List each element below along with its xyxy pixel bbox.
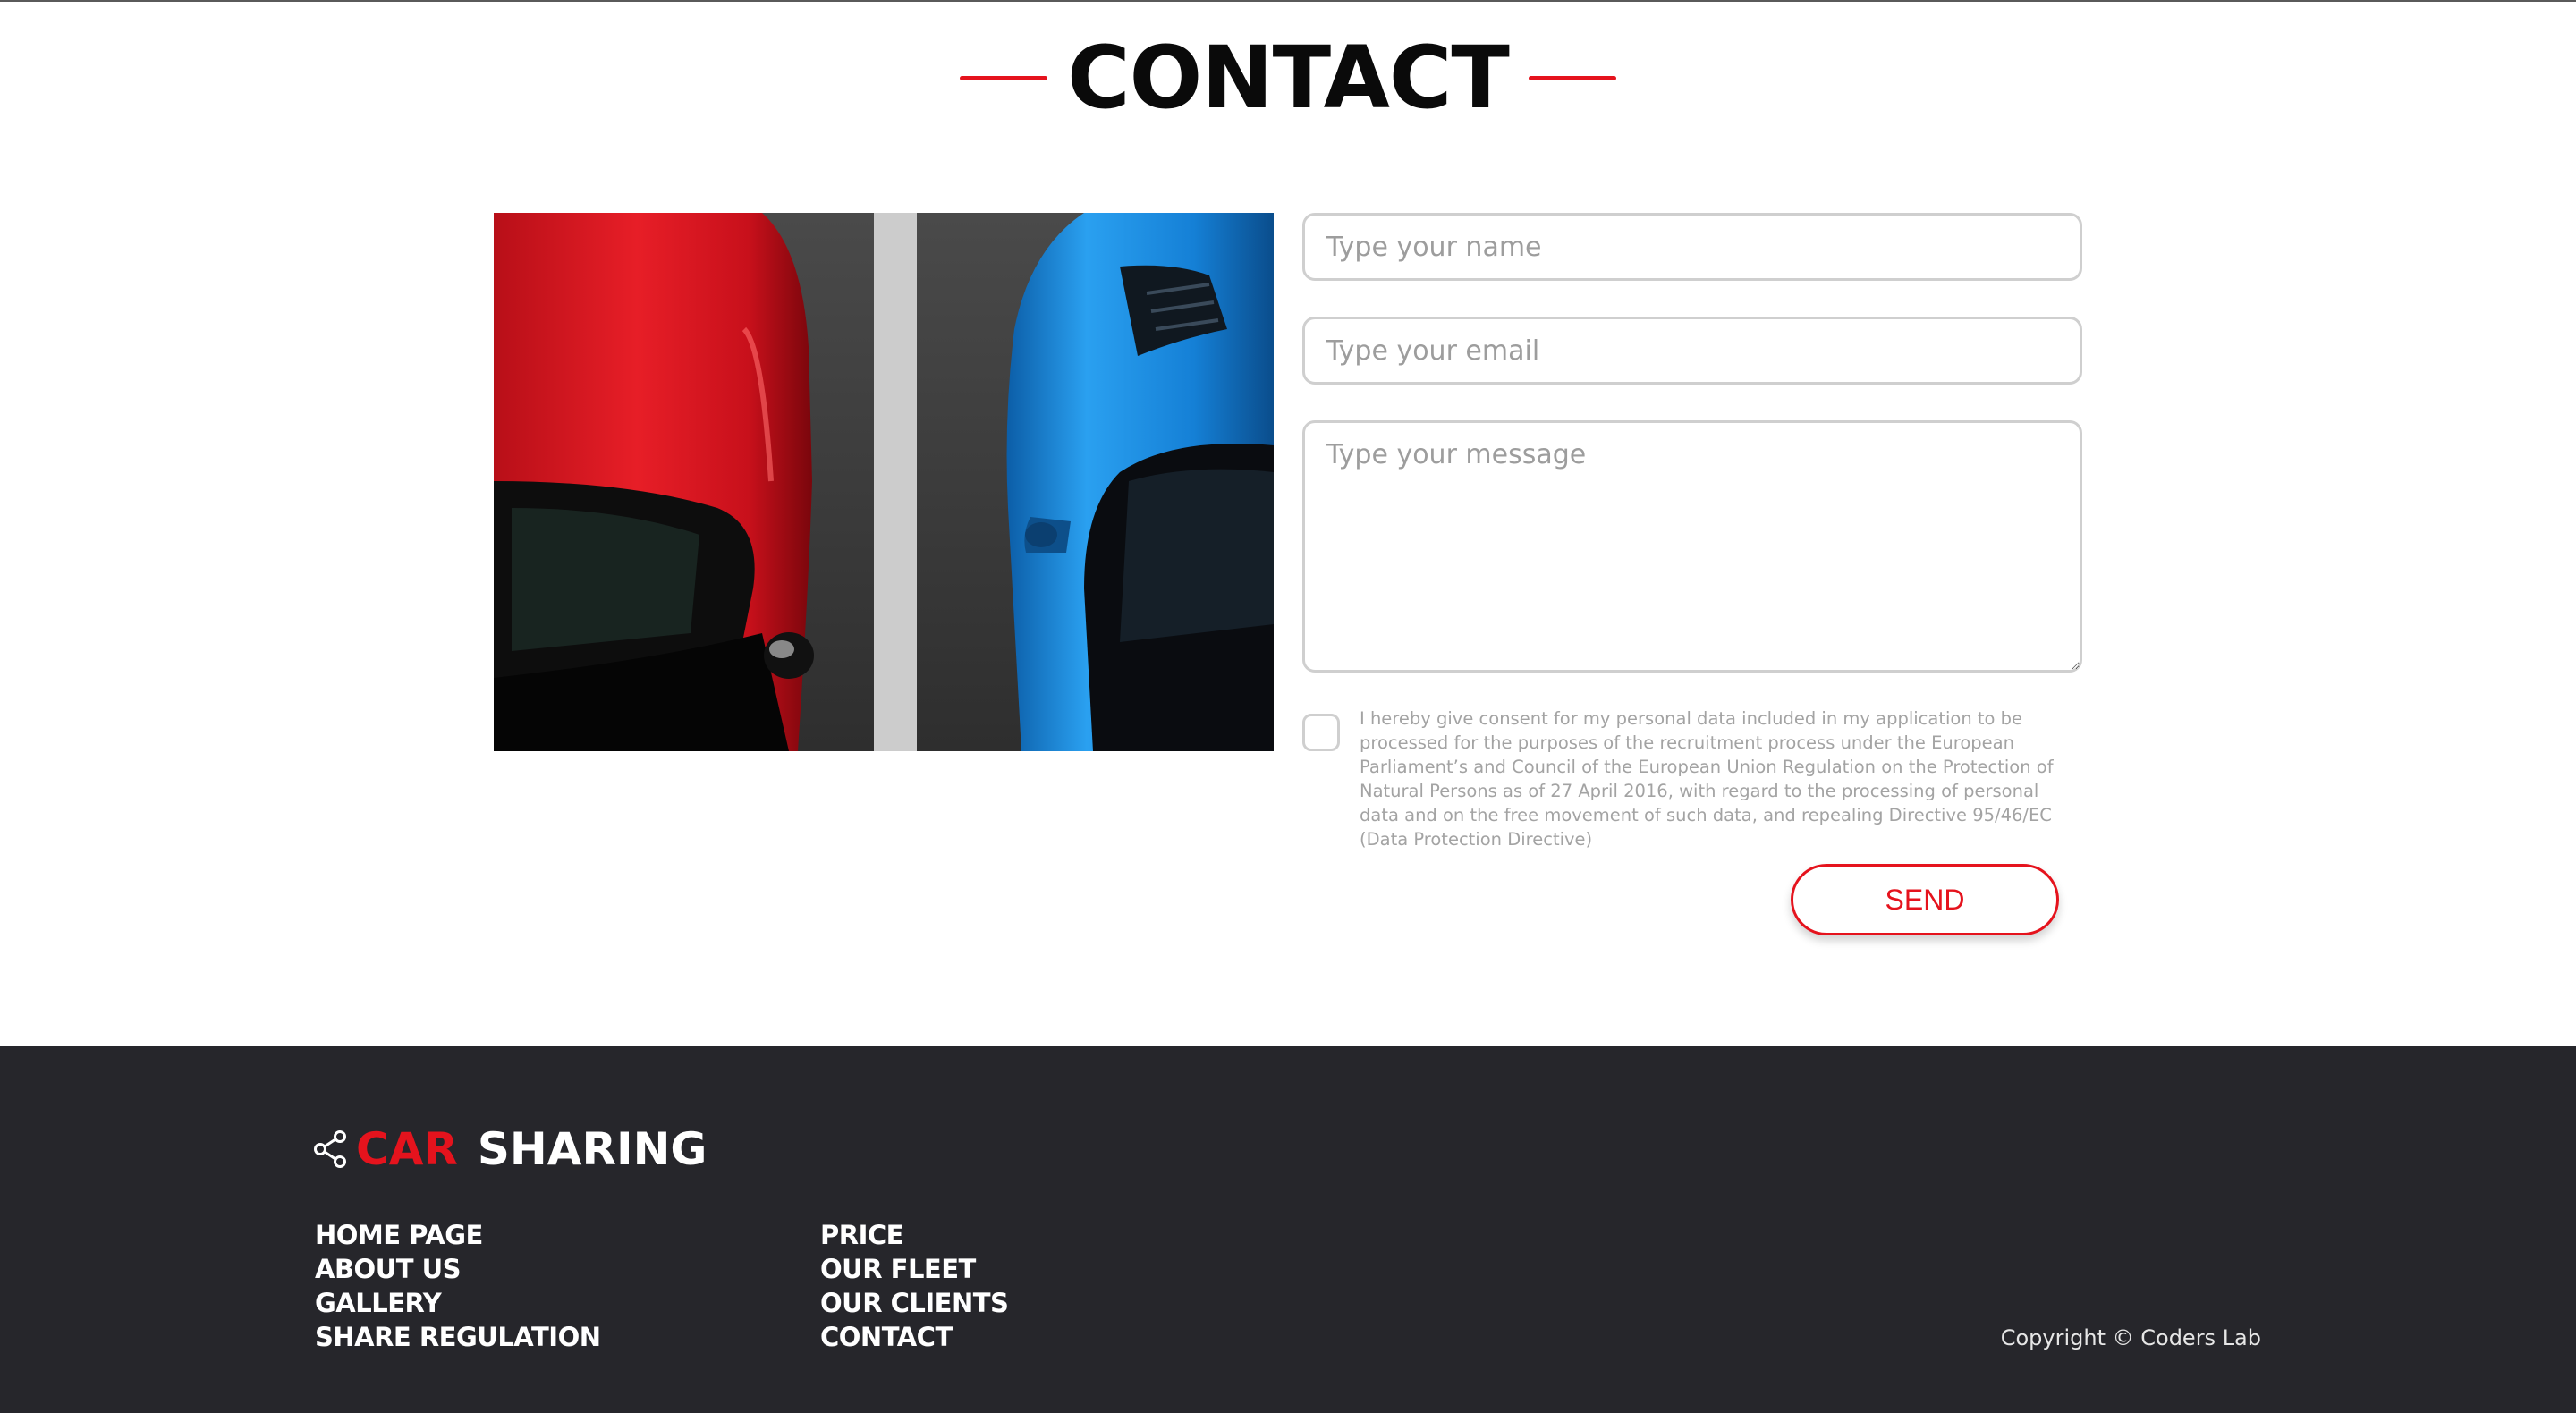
title-left-line bbox=[960, 75, 1048, 80]
footer-link-about-us[interactable]: ABOUT US bbox=[315, 1252, 601, 1286]
footer-link-our-clients[interactable]: OUR CLIENTS bbox=[820, 1286, 1009, 1320]
name-input[interactable] bbox=[1302, 213, 2082, 281]
site-footer: CAR SHARING HOME PAGE ABOUT US GALLERY S… bbox=[0, 1046, 2576, 1413]
page-title: CONTACT bbox=[1067, 28, 1510, 128]
share-icon bbox=[313, 1130, 349, 1169]
consent-text: I hereby give consent for my personal da… bbox=[1360, 708, 2054, 850]
brand-name-sharing: SHARING bbox=[477, 1123, 708, 1175]
send-button[interactable]: SEND bbox=[1791, 864, 2059, 935]
parked-cars-illustration bbox=[494, 213, 1274, 751]
email-input[interactable] bbox=[1302, 317, 2082, 385]
footer-nav-column-2: PRICE OUR FLEET OUR CLIENTS CONTACT bbox=[820, 1218, 1009, 1354]
footer-logo[interactable]: CAR SHARING bbox=[313, 1122, 707, 1176]
footer-link-home-page[interactable]: HOME PAGE bbox=[315, 1218, 601, 1252]
brand-name-car: CAR bbox=[356, 1123, 458, 1175]
message-textarea[interactable] bbox=[1302, 420, 2082, 673]
footer-link-price[interactable]: PRICE bbox=[820, 1218, 1008, 1252]
copyright-text: Copyright © Coders Lab bbox=[2000, 1325, 2261, 1350]
footer-nav-column-1: HOME PAGE ABOUT US GALLERY SHARE REGULAT… bbox=[315, 1218, 601, 1354]
footer-link-share-regulation[interactable]: SHARE REGULATION bbox=[315, 1320, 601, 1354]
parked-cars-image bbox=[494, 213, 1274, 751]
footer-link-our-fleet[interactable]: OUR FLEET bbox=[820, 1252, 1008, 1286]
title-right-line bbox=[1528, 75, 1616, 80]
top-border bbox=[0, 0, 2576, 2]
section-title: CONTACT bbox=[0, 29, 2576, 127]
footer-link-gallery[interactable]: GALLERY bbox=[315, 1286, 601, 1320]
consent-checkbox[interactable] bbox=[1302, 714, 1340, 751]
footer-link-contact[interactable]: CONTACT bbox=[820, 1320, 1008, 1354]
